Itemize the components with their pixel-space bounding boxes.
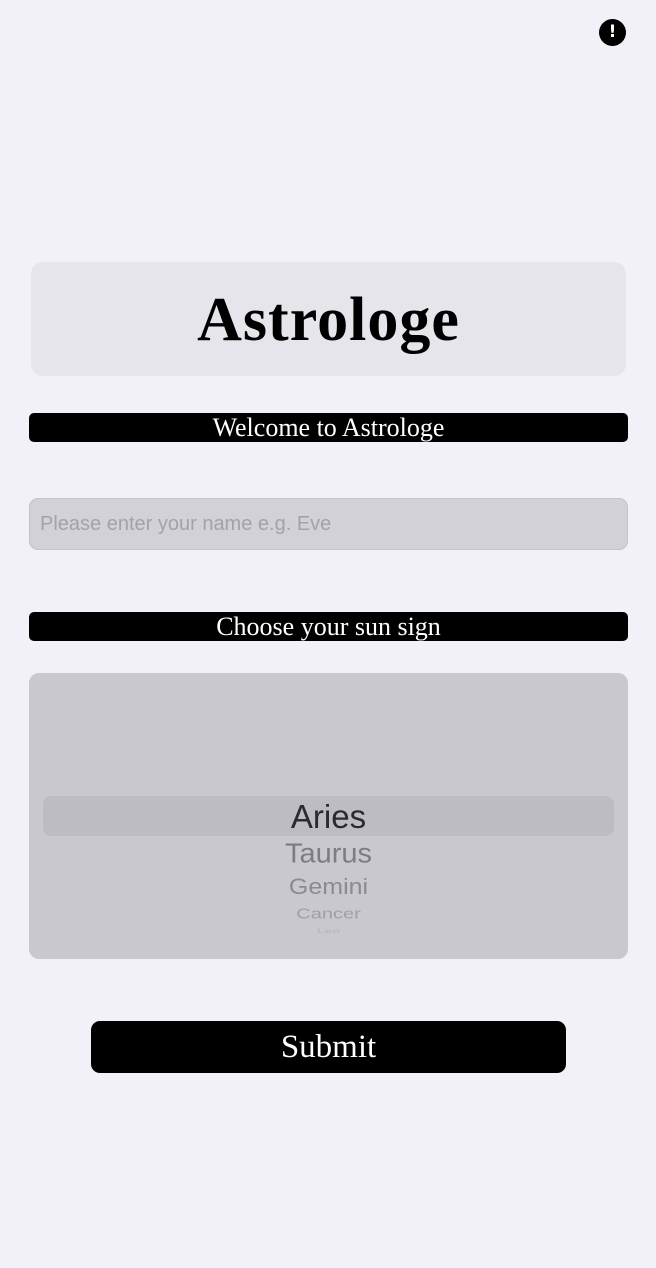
picker-option-taurus[interactable]: Taurus	[29, 840, 628, 869]
app-title: Astrologe	[197, 285, 460, 354]
submit-label: Submit	[280, 1028, 377, 1065]
title-card: Astrologe	[31, 262, 626, 376]
sun-sign-label: Choose your sun sign	[29, 612, 628, 641]
picker-option-cancer[interactable]: Cancer	[29, 907, 628, 921]
submit-button[interactable]: Submit	[91, 1021, 566, 1073]
picker-option-gemini[interactable]: Gemini	[29, 876, 628, 899]
picker-option-aries[interactable]: Aries	[29, 800, 628, 833]
name-input[interactable]	[29, 498, 628, 550]
info-button[interactable]: !	[599, 19, 626, 46]
sun-sign-picker[interactable]: Aries Taurus Gemini Cancer Leo	[29, 673, 628, 959]
welcome-text: Welcome to Astrologe	[212, 412, 445, 442]
picker-option-leo[interactable]: Leo	[29, 928, 628, 934]
exclamation-icon: !	[608, 22, 617, 42]
welcome-banner: Welcome to Astrologe	[29, 413, 628, 442]
sun-sign-label-text: Choose your sun sign	[216, 611, 441, 641]
